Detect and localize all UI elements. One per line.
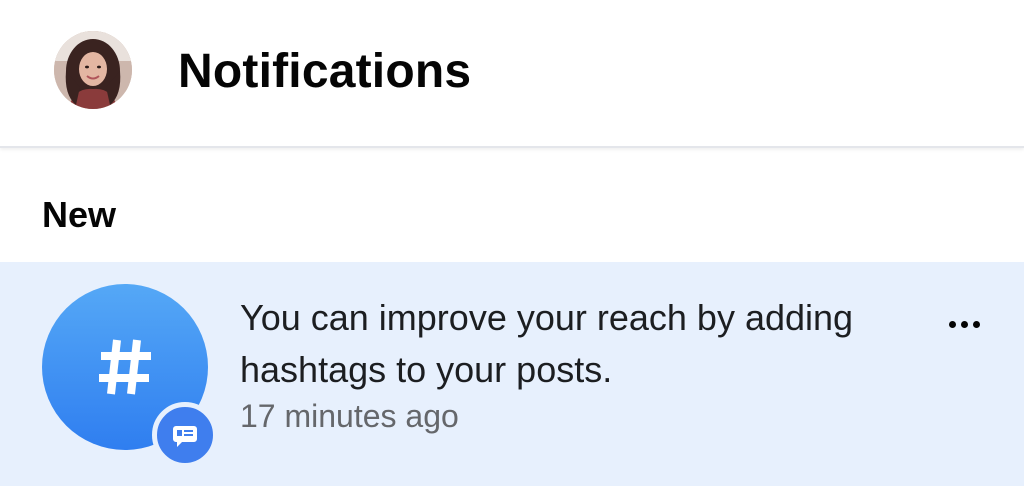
notification-item[interactable]: You can improve your reach by adding has… xyxy=(0,262,1024,486)
avatar-image xyxy=(54,31,132,109)
notification-icon xyxy=(42,284,218,468)
hashtag-icon-svg xyxy=(99,339,151,395)
more-dot-icon xyxy=(972,320,980,328)
notification-time: 17 minutes ago xyxy=(240,398,459,434)
message-badge-icon xyxy=(152,402,218,468)
avatar[interactable] xyxy=(54,31,132,109)
more-dot-icon xyxy=(960,320,968,328)
notifications-screen: Notifications New You can improve your r… xyxy=(0,0,1024,486)
header: Notifications xyxy=(0,0,1024,148)
notification-text: You can improve your reach by adding has… xyxy=(240,297,854,390)
more-dot-icon xyxy=(948,320,956,328)
more-options-button[interactable] xyxy=(936,304,992,344)
page-title: Notifications xyxy=(178,45,472,98)
message-icon xyxy=(173,426,197,447)
section-label-new: New xyxy=(42,194,117,235)
